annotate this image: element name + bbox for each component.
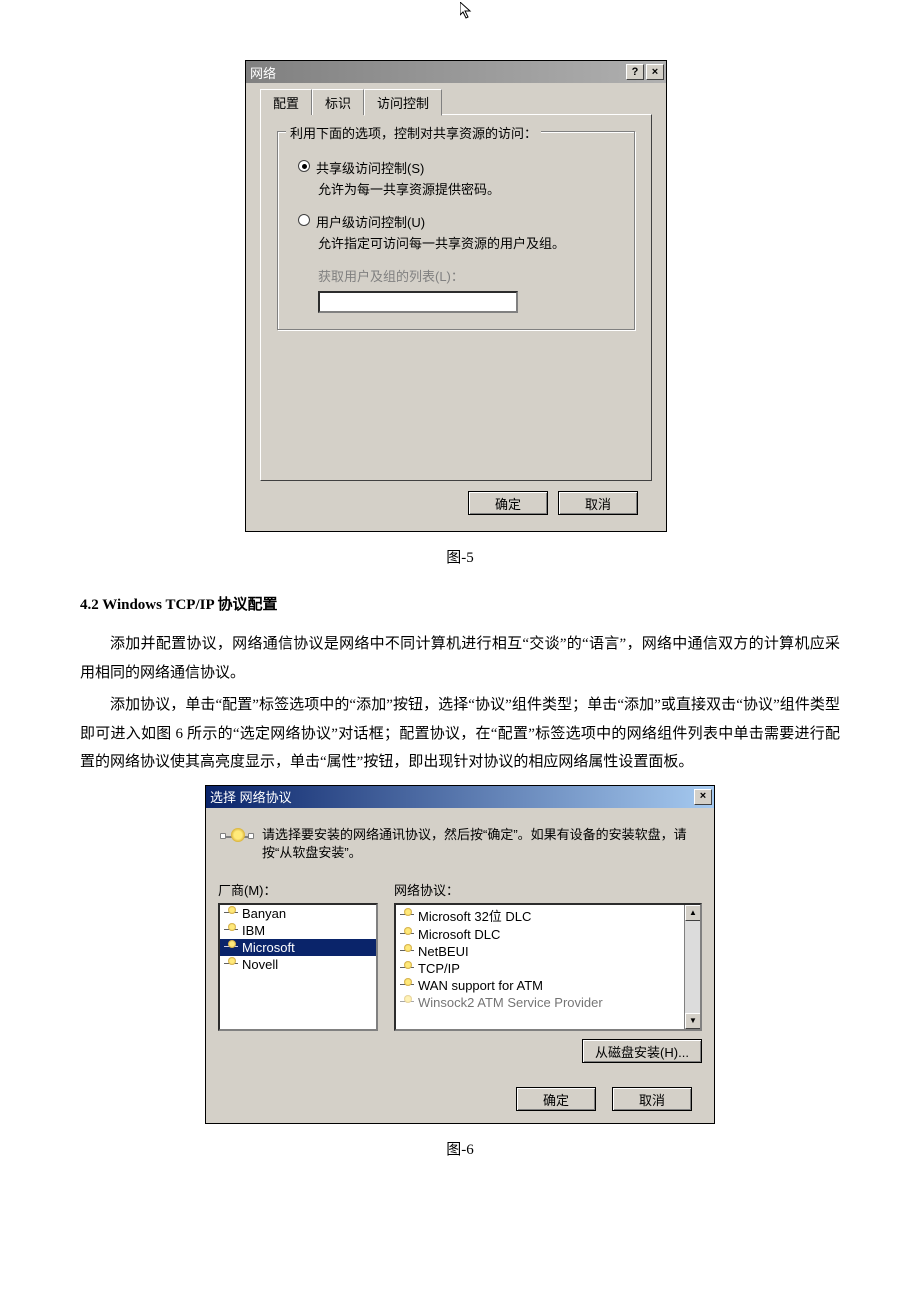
figure-caption-5: 图-5 (80, 546, 840, 567)
scroll-up-icon[interactable]: ▲ (685, 905, 701, 921)
radio-share-desc: 允许为每一共享资源提供密码。 (318, 179, 618, 198)
paragraph-2: 添加协议，单击“配置”标签选项中的“添加”按钮，选择“协议”组件类型；单击“添加… (80, 691, 840, 777)
radio-user-level[interactable]: 用户级访问控制(U) (298, 212, 614, 231)
protocol-icon (400, 995, 414, 1009)
titlebar-title-2: 选择 网络协议 (210, 790, 292, 805)
titlebar-network: 网络 ? × (246, 61, 666, 83)
radio-dot-selected-icon (298, 160, 310, 172)
cancel-button-2[interactable]: 取消 (612, 1087, 692, 1111)
radio-share-level[interactable]: 共享级访问控制(S) (298, 158, 614, 177)
list-source-label: 获取用户及组的列表(L)： (318, 266, 618, 285)
vendor-listbox[interactable]: Banyan IBM Microsoft Novell (218, 903, 378, 1031)
protocol-header: 网络协议： (394, 880, 702, 899)
protocol-item[interactable]: Microsoft DLC (396, 926, 700, 943)
vendor-item-ibm[interactable]: IBM (220, 922, 376, 939)
protocol-icon (224, 957, 238, 971)
protocol-icon (224, 923, 238, 937)
from-disk-button[interactable]: 从磁盘安装(H)... (582, 1039, 702, 1063)
vendor-header: 厂商(M)： (218, 880, 378, 899)
scrollbar[interactable]: ▲ ▼ (684, 905, 700, 1029)
scroll-down-icon[interactable]: ▼ (685, 1013, 701, 1029)
vendor-item-novell[interactable]: Novell (220, 956, 376, 973)
tab-access-control[interactable]: 访问控制 (364, 89, 442, 116)
instruction-text: 请选择要安装的网络通讯协议，然后按“确定”。如果有设备的安装软盘，请按“从软盘安… (262, 826, 698, 862)
figure-caption-6: 图-6 (80, 1138, 840, 1159)
radio-user-desc: 允许指定可访问每一共享资源的用户及组。 (318, 233, 618, 252)
titlebar-title: 网络 (250, 63, 276, 82)
paragraph-1: 添加并配置协议，网络通信协议是网络中不同计算机进行相互“交谈”的“语言”，网络中… (80, 630, 840, 687)
radio-share-label: 共享级访问控制(S) (316, 158, 424, 177)
protocol-item-tcpip[interactable]: TCP/IP (396, 960, 700, 977)
network-protocol-icon (222, 826, 252, 852)
ok-button[interactable]: 确定 (468, 491, 548, 515)
group-title: 利用下面的选项，控制对共享资源的访问： (286, 123, 541, 142)
protocol-listbox[interactable]: Microsoft 32位 DLC Microsoft DLC NetBEUI … (394, 903, 702, 1031)
tab-strip: 配置 标识 访问控制 (260, 91, 652, 115)
radio-user-label: 用户级访问控制(U) (316, 212, 425, 231)
cursor-arrow-icon (460, 2, 474, 20)
network-dialog: 网络 ? × 配置 标识 访问控制 利用下面的选项，控制对共享资源的访问： (245, 60, 667, 532)
protocol-item[interactable]: NetBEUI (396, 943, 700, 960)
titlebar-protocol: 选择 网络协议 × (206, 786, 714, 808)
list-source-input[interactable] (318, 291, 518, 313)
protocol-item[interactable]: Microsoft 32位 DLC (396, 905, 700, 926)
protocol-item[interactable]: WAN support for ATM (396, 977, 700, 994)
protocol-icon (400, 944, 414, 958)
protocol-icon (400, 961, 414, 975)
cancel-button[interactable]: 取消 (558, 491, 638, 515)
help-button[interactable]: ? (626, 64, 644, 80)
protocol-icon (400, 908, 414, 922)
vendor-item-banyan[interactable]: Banyan (220, 905, 376, 922)
protocol-icon (400, 927, 414, 941)
close-button-2[interactable]: × (694, 789, 712, 805)
select-protocol-dialog: 选择 网络协议 × 请选择要安装的网络通讯协议，然后按“确定”。如果有设备的安装… (205, 785, 715, 1124)
section-heading: 4.2 Windows TCP/IP 协议配置 (80, 593, 840, 614)
vendor-item-microsoft[interactable]: Microsoft (220, 939, 376, 956)
protocol-icon (224, 906, 238, 920)
tab-ident[interactable]: 标识 (312, 89, 364, 115)
radio-dot-icon (298, 214, 310, 226)
ok-button-2[interactable]: 确定 (516, 1087, 596, 1111)
tab-panel: 利用下面的选项，控制对共享资源的访问： 共享级访问控制(S) 允许为每一共享资源… (260, 114, 652, 481)
protocol-item[interactable]: Winsock2 ATM Service Provider (396, 994, 700, 1011)
protocol-icon (400, 978, 414, 992)
access-group: 利用下面的选项，控制对共享资源的访问： 共享级访问控制(S) 允许为每一共享资源… (277, 131, 635, 330)
close-button[interactable]: × (646, 64, 664, 80)
tab-config[interactable]: 配置 (260, 89, 312, 115)
protocol-icon (224, 940, 238, 954)
